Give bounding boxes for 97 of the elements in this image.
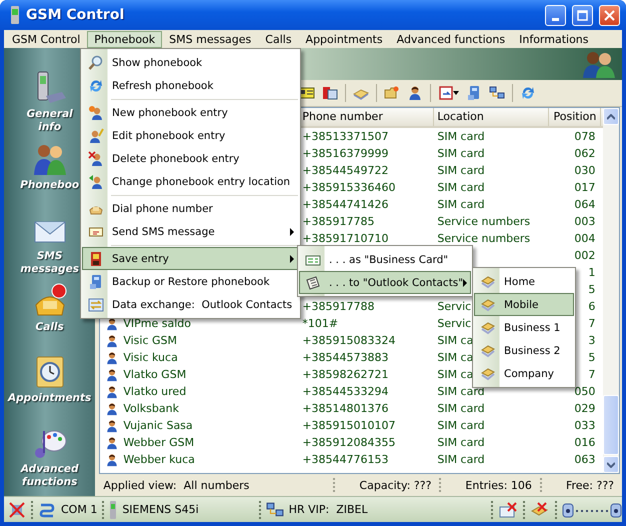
table-cell: Vujanic Sasa <box>123 419 193 432</box>
device-label: SIEMENS S45i <box>122 503 199 516</box>
menu-bar-item[interactable]: Informations <box>512 30 596 48</box>
entries-label: Entries: 106 <box>464 478 533 492</box>
menu-item[interactable]: Send SMS message <box>82 220 299 243</box>
table-cell: 033 <box>574 419 596 432</box>
table-cell: 064 <box>574 198 596 211</box>
table-cell: SIM card <box>437 402 485 415</box>
table-cell: +38544776153 <box>302 453 389 466</box>
table-cell: 030 <box>574 164 596 177</box>
table-cell: Servic <box>437 300 472 313</box>
table-cell: SIM card <box>437 147 485 160</box>
table-cell: +38544741426 <box>302 198 389 211</box>
table-cell: SIM card <box>437 385 485 398</box>
menu-item[interactable]: Business 1 <box>474 316 574 339</box>
table-cell: 3 <box>588 334 596 347</box>
table-cell: VIPme saldo <box>123 317 191 330</box>
table-cell: 6 <box>588 300 596 313</box>
menu-item[interactable]: Business 2 <box>474 339 574 362</box>
table-cell: SIM card <box>437 419 485 432</box>
table-cell: Vlatko GSM <box>123 368 186 381</box>
table-cell: +385915336460 <box>302 181 396 194</box>
table-cell: 016 <box>574 436 596 449</box>
menu-item[interactable]: Save entry <box>82 247 299 270</box>
table-cell: SIM card <box>437 130 485 143</box>
menu-bar-item[interactable]: Advanced functions <box>390 30 512 48</box>
table-cell: +385915083324 <box>302 334 396 347</box>
table-cell: +38544573883 <box>302 351 389 364</box>
table-cell: 7 <box>588 317 596 330</box>
table-cell: SIM card <box>437 198 485 211</box>
table-cell: 003 <box>574 215 596 228</box>
table-cell: SIM card <box>437 453 485 466</box>
table-cell: Visic GSM <box>123 334 178 347</box>
table-cell: Service numbers <box>437 232 530 245</box>
network-label: HR VIP: ZIBEL <box>288 503 368 516</box>
table-cell: +38598262721 <box>302 368 389 381</box>
table-cell: 029 <box>574 402 596 415</box>
capacity-label: Capacity: ??? <box>358 478 432 492</box>
table-cell: 5 <box>588 351 596 364</box>
menu-bar-item[interactable]: SMS messages <box>162 30 258 48</box>
table-cell: +385917788 <box>302 300 375 313</box>
free-label: Free: ??? <box>564 478 615 492</box>
column-header[interactable]: Location <box>434 108 550 126</box>
table-cell: 002 <box>574 249 596 262</box>
menu-bar-item[interactable]: GSM Control <box>5 30 88 48</box>
menu-item[interactable]: Change phonebook entry location <box>82 170 299 193</box>
table-cell: Servic <box>437 317 472 330</box>
menu-item[interactable]: Edit phonebook entry <box>82 124 299 147</box>
table-cell: 063 <box>574 453 596 466</box>
table-cell: +385917785 <box>302 215 375 228</box>
menu-item[interactable]: Mobile <box>474 293 574 316</box>
table-cell: +38514801376 <box>302 402 389 415</box>
table-cell: 5 <box>588 283 596 296</box>
table-cell: Vlatko ured <box>123 385 186 398</box>
menu-item[interactable]: Data exchange: Outlook Contacts <box>82 293 299 316</box>
sidebar-label[interactable]: Appointments <box>8 392 92 405</box>
table-cell: SIM card <box>437 181 485 194</box>
table-cell: Service numbers <box>437 215 530 228</box>
window-title: GSM Control <box>26 7 126 23</box>
table-cell: Volksbank <box>123 402 179 415</box>
table-cell: *101# <box>302 317 338 330</box>
menu-item[interactable]: Show phonebook <box>82 51 299 74</box>
table-cell: SIM card <box>437 436 485 449</box>
table-cell: 004 <box>574 232 596 245</box>
menu-bar-item[interactable]: Phonebook <box>87 30 162 48</box>
menu-item[interactable]: Refresh phonebook <box>82 74 299 97</box>
table-cell: +38591710710 <box>302 232 389 245</box>
table-cell: +385915010107 <box>302 419 396 432</box>
table-cell: +38544549722 <box>302 164 389 177</box>
table-cell: 078 <box>574 130 596 143</box>
table-cell: 017 <box>574 181 596 194</box>
table-cell: Webber kuca <box>123 453 195 466</box>
menu-item[interactable]: Delete phonebook entry <box>82 147 299 170</box>
table-cell: 1 <box>588 266 596 279</box>
menu-item[interactable]: . . . to "Outlook Contacts" <box>299 271 471 294</box>
menu-item[interactable]: Home <box>474 270 574 293</box>
sidebar-label[interactable]: Advanced functions <box>20 463 78 489</box>
table-cell: 7 <box>588 368 596 381</box>
table-cell: +385912084355 <box>302 436 396 449</box>
menu-item[interactable]: Backup or Restore phonebook <box>82 270 299 293</box>
applied-view-label: Applied view: All numbers <box>102 478 250 492</box>
table-cell: Visic kuca <box>123 351 178 364</box>
menu-bar-item[interactable]: Appointments <box>298 30 390 48</box>
menu-item[interactable]: New phonebook entry <box>82 101 299 124</box>
port-label: COM 1 <box>61 503 98 516</box>
table-cell: SIM card <box>437 164 485 177</box>
column-header[interactable]: Position <box>549 108 602 126</box>
table-cell: +38513371507 <box>302 130 389 143</box>
menu-bar-item[interactable]: Calls <box>258 30 299 48</box>
menu-item[interactable]: Dial phone number <box>82 197 299 220</box>
table-cell: Webber GSM <box>123 436 194 449</box>
table-cell: +38516379999 <box>302 147 389 160</box>
table-cell: 050 <box>574 385 596 398</box>
menu-item[interactable]: . . . as "Business Card" <box>299 248 471 271</box>
table-cell: 062 <box>574 147 596 160</box>
menu-item[interactable]: Company <box>474 362 574 385</box>
table-cell: +38544533294 <box>302 385 389 398</box>
